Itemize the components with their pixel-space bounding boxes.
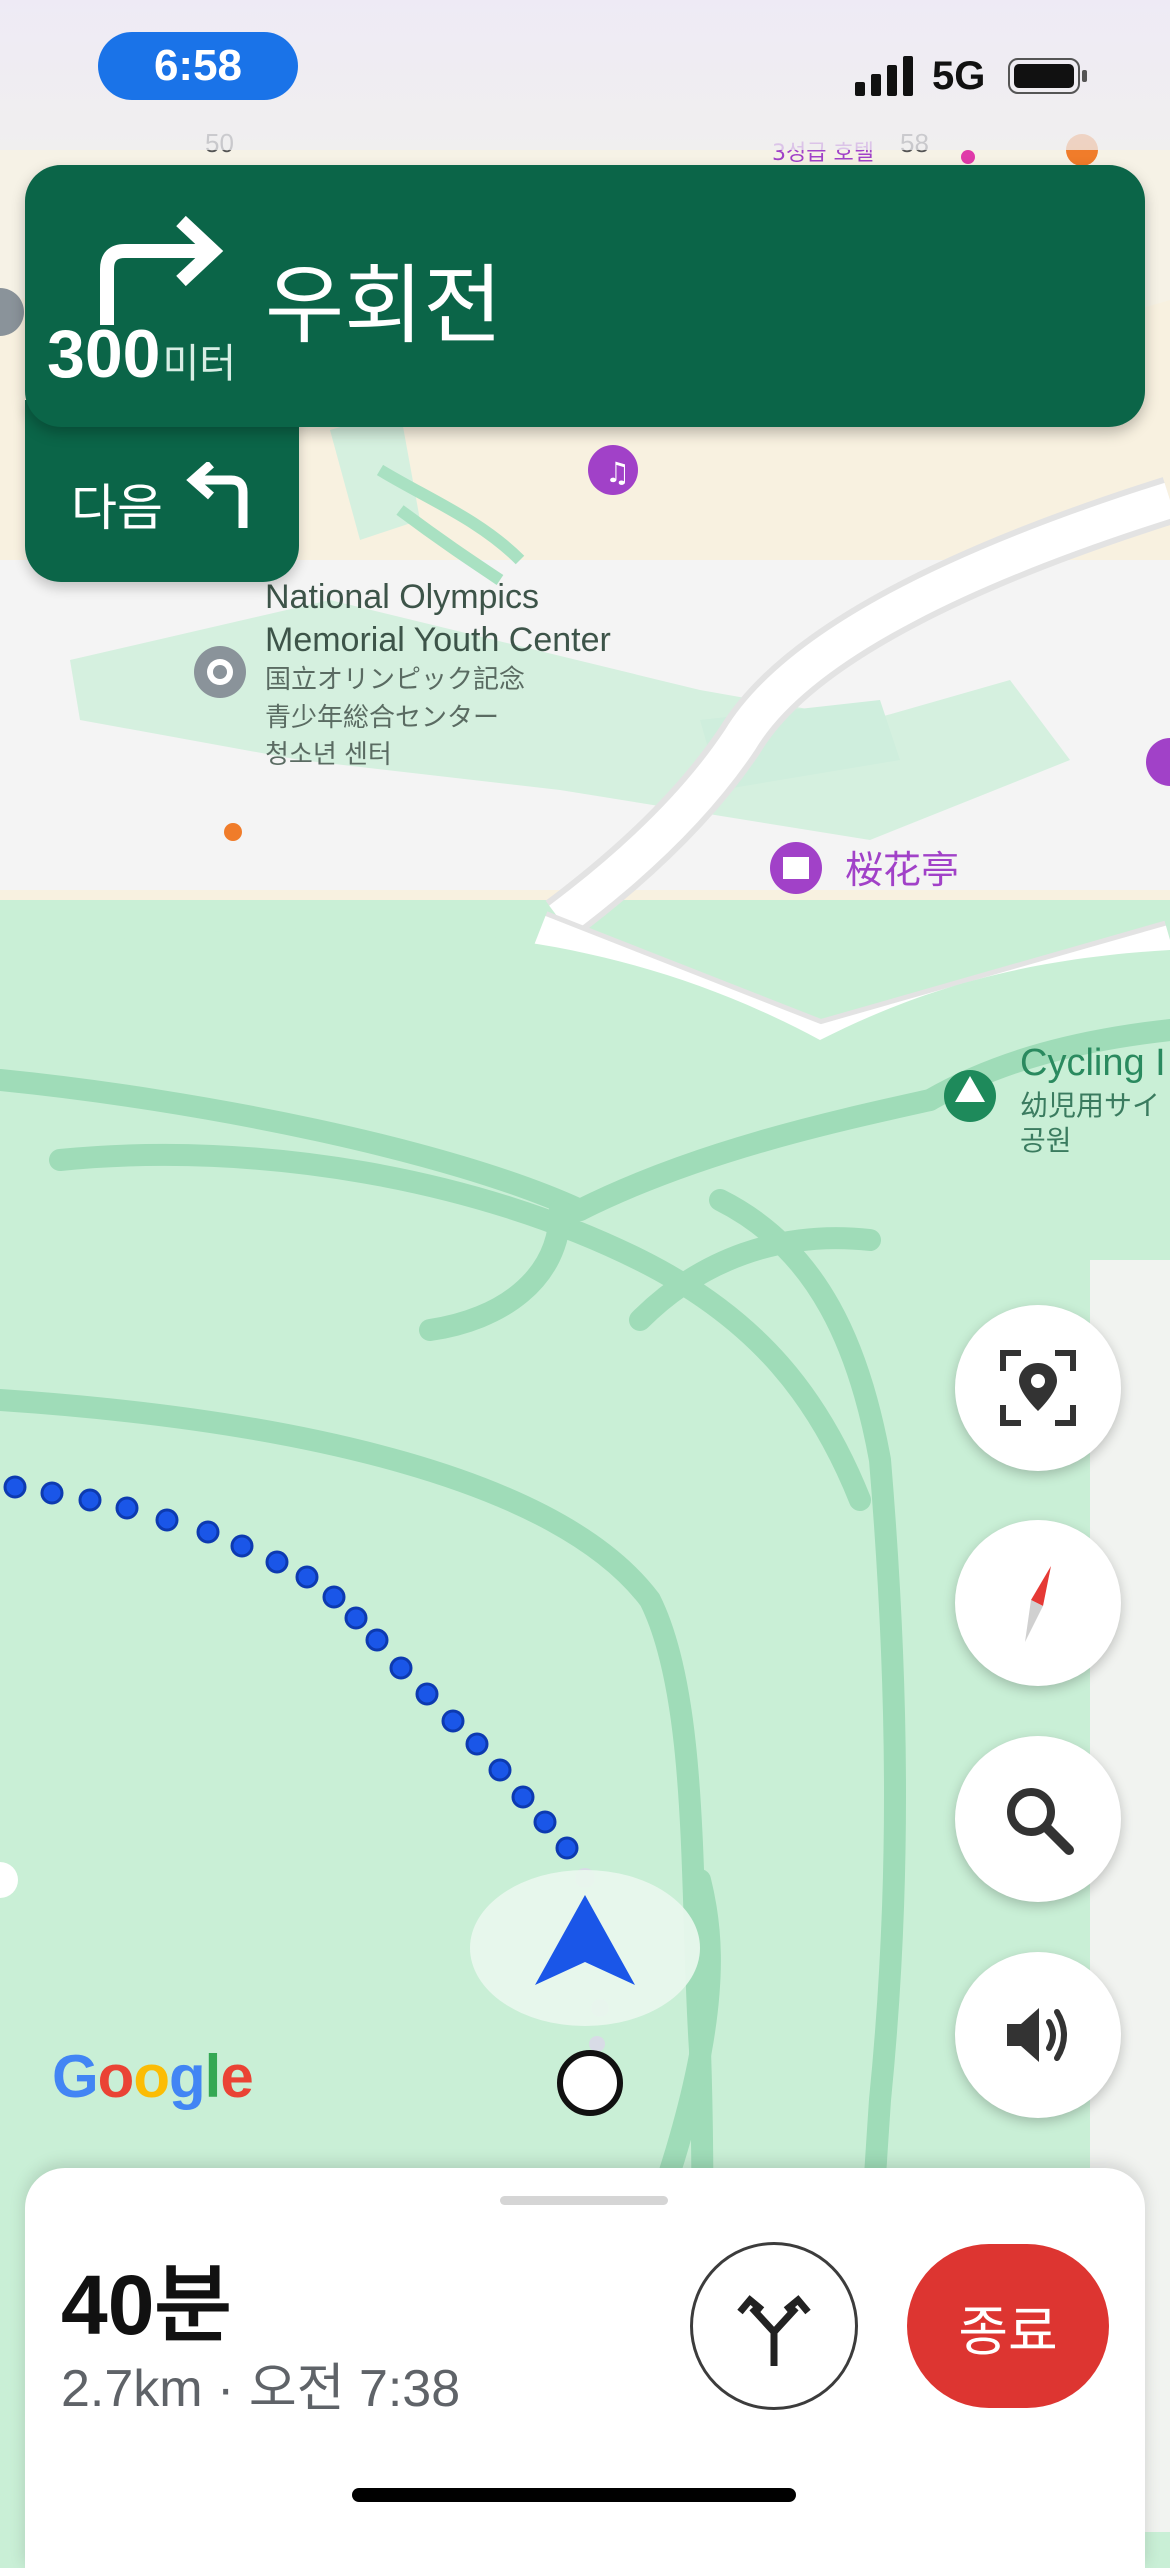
poi-label-olympic-center[interactable]: National Olympics Memorial Youth Center … xyxy=(265,576,611,774)
distance-value: 300 xyxy=(47,316,161,392)
trip-details: 2.7km · 오전 7:38 xyxy=(61,2360,461,2418)
status-time[interactable]: 6:58 xyxy=(98,32,298,100)
battery-icon xyxy=(1008,58,1087,94)
google-logo: Google xyxy=(52,2043,254,2110)
maneuver-instruction: 우회전 xyxy=(265,258,503,354)
svg-text:♫: ♫ xyxy=(605,456,630,489)
poi-name-jp2: 青少年総合センター xyxy=(265,701,500,732)
recenter-button[interactable] xyxy=(955,1305,1121,1471)
maneuver-distance: 300미터 xyxy=(47,315,236,393)
poi-cycling-name: Cycling I xyxy=(1020,1042,1166,1084)
status-bar: 6:58 5G xyxy=(0,0,1170,150)
poi-name-ko: 청소년 센터 xyxy=(265,739,392,770)
poi-name-line1: National Olympics xyxy=(265,578,539,616)
search-icon xyxy=(1007,1788,1074,1855)
end-navigation-button[interactable]: 종료 xyxy=(907,2244,1109,2408)
recenter-location-icon xyxy=(1000,1350,1076,1426)
turn-left-icon xyxy=(186,462,248,528)
sound-button[interactable] xyxy=(955,1952,1121,2118)
poi-label-cycling[interactable]: Cycling I 幼児用サイ 공원 xyxy=(1020,1040,1166,1158)
distance-unit: 미터 xyxy=(162,342,237,386)
poi-name-jp1: 国立オリンピック記念 xyxy=(265,664,526,694)
poi-cycling-ko: 공원 xyxy=(1020,1124,1072,1156)
speaker-icon xyxy=(1007,2008,1067,2062)
compass-icon xyxy=(1025,1566,1051,1642)
trip-duration: 40분 xyxy=(61,2258,232,2352)
poi-name-line2: Memorial Youth Center xyxy=(265,620,611,659)
turn-right-icon xyxy=(100,215,224,325)
signal-icon xyxy=(855,56,913,96)
alternate-routes-icon xyxy=(737,2295,811,2366)
next-label: 다음 xyxy=(71,480,163,536)
sheet-grabber[interactable] xyxy=(500,2196,668,2205)
next-maneuver-card[interactable]: 다음 xyxy=(25,400,299,582)
poi-cycling-jp: 幼児用サイ xyxy=(1020,1089,1161,1121)
trip-summary-sheet[interactable]: 40분 2.7km · 오전 7:38 종료 xyxy=(25,2168,1145,2568)
poi-label-sakura[interactable]: 桜花亭 xyxy=(845,848,959,896)
alternate-routes-button[interactable] xyxy=(690,2242,858,2410)
search-button[interactable] xyxy=(955,1736,1121,1902)
home-indicator[interactable] xyxy=(352,2488,796,2502)
network-type: 5G xyxy=(932,54,986,98)
compass-button[interactable] xyxy=(955,1520,1121,1686)
navigation-instruction-card[interactable]: 300미터 우회전 xyxy=(25,165,1145,427)
